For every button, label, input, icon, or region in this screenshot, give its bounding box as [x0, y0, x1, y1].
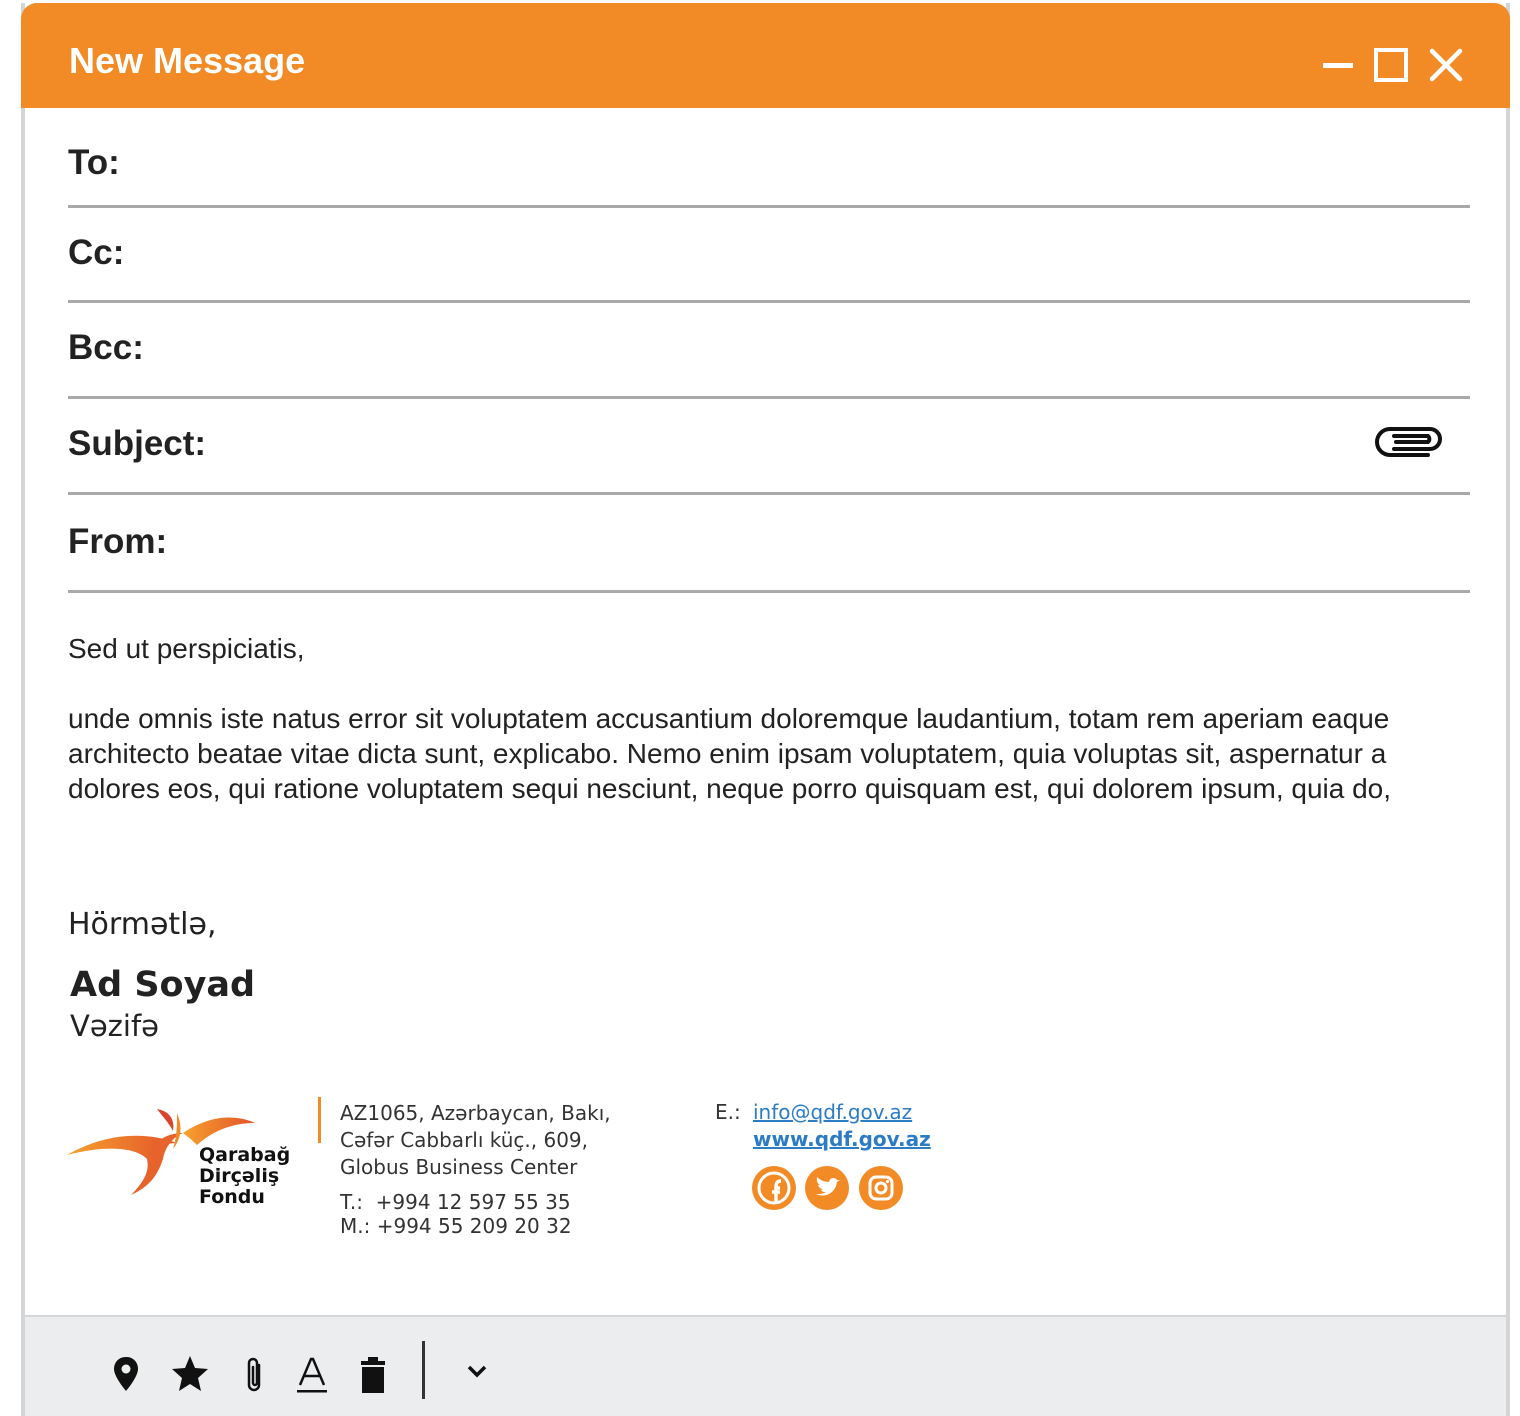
cc-label: Cc: [68, 233, 125, 272]
twitter-icon[interactable] [805, 1166, 849, 1210]
maximize-icon[interactable] [1371, 45, 1411, 85]
body-line-3: dolores eos, qui ratione voluptatem sequ… [68, 773, 1392, 804]
from-label: From: [68, 522, 168, 561]
email-label: E.: [715, 1100, 741, 1124]
toolbar-separator [422, 1341, 425, 1399]
subject-label: Subject: [68, 424, 207, 463]
instagram-icon[interactable] [859, 1166, 903, 1210]
website-link[interactable]: www.qdf.gov.az [753, 1127, 931, 1151]
address-line-3: Globus Business Center [340, 1155, 578, 1179]
phone-line: T.: +994 12 597 55 35 [340, 1190, 571, 1214]
paperclip-icon[interactable] [243, 1355, 267, 1400]
location-pin-icon[interactable] [111, 1355, 141, 1398]
address-line-2: Cəfər Cabbarlı küç., 609, [340, 1128, 588, 1152]
text-format-icon[interactable] [295, 1355, 329, 1400]
attach-paperclip-icon[interactable] [1372, 419, 1444, 464]
facebook-icon[interactable] [752, 1166, 796, 1210]
email-link[interactable]: info@qdf.gov.az [753, 1100, 912, 1124]
star-icon[interactable] [170, 1355, 210, 1398]
minimize-icon[interactable] [1319, 45, 1359, 85]
logo-text-line-3: Fondu [199, 1186, 265, 1208]
logo-text: Qarabağ Dirçəliş Fondu [199, 1145, 290, 1208]
compose-window: New Message To: Cc: Bcc: Subject: From: … [21, 3, 1510, 1416]
logo-text-line-1: Qarabağ [199, 1144, 291, 1166]
subject-field[interactable]: Subject: [68, 399, 1470, 495]
chevron-down-icon[interactable] [464, 1361, 490, 1386]
signature-address: AZ1065, Azərbaycan, Bakı, Cəfər Cabbarlı… [340, 1100, 611, 1181]
window-title: New Message [69, 40, 306, 81]
mobile-line: M.: +994 55 209 20 32 [340, 1214, 572, 1238]
body-greeting: Sed ut perspiciatis, [68, 633, 305, 664]
bcc-field[interactable]: Bcc: [68, 303, 1470, 399]
to-field[interactable]: To: [68, 108, 1470, 208]
from-field[interactable]: From: [68, 495, 1470, 593]
body-line-1: unde omnis iste natus error sit voluptat… [68, 703, 1390, 734]
signature-divider [318, 1097, 321, 1143]
signature-position: Vəzifə [70, 1009, 160, 1043]
signature-closing: Hörmətlə, [68, 907, 217, 942]
close-icon[interactable] [1426, 45, 1466, 85]
cc-field[interactable]: Cc: [68, 208, 1470, 303]
address-line-1: AZ1065, Azərbaycan, Bakı, [340, 1101, 611, 1125]
body-line-2: architecto beatae vitae dicta sunt, expl… [68, 738, 1387, 769]
compose-toolbar [25, 1315, 1506, 1416]
to-label: To: [68, 143, 120, 182]
signature-phones: T.: +994 12 597 55 35 M.: +994 55 209 20… [340, 1190, 572, 1238]
title-bar: New Message [21, 3, 1510, 108]
trash-icon[interactable] [358, 1355, 388, 1400]
logo-text-line-2: Dirçəliş [199, 1165, 280, 1187]
signature-name: Ad Soyad [70, 965, 256, 1005]
bcc-label: Bcc: [68, 328, 144, 367]
